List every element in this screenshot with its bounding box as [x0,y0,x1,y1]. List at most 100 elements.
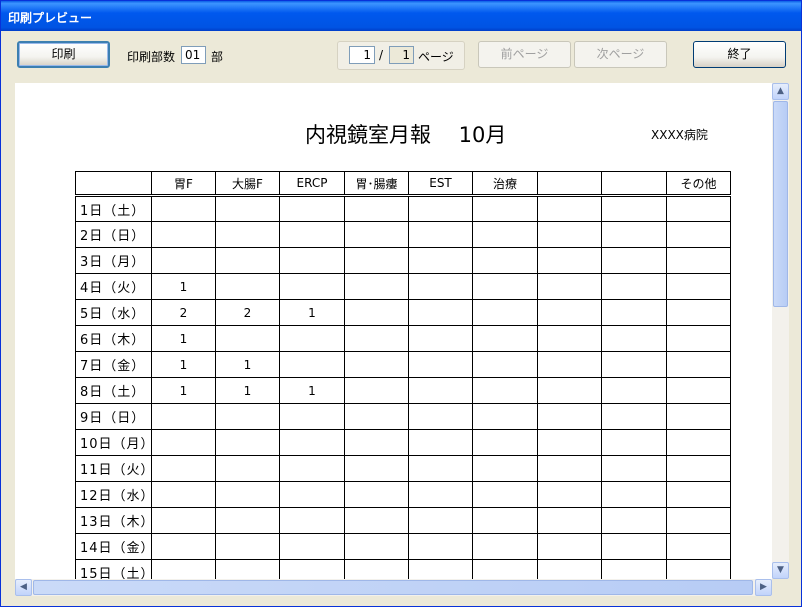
table-row: 4日（火） 1 [75,273,731,300]
day-label: 4日（火） [75,273,152,300]
horizontal-scrollbar[interactable]: ◀ ▶ [15,579,772,596]
table-row: 6日（木） 1 [75,325,731,352]
table-cell [666,273,731,300]
copies-input[interactable]: 01 [181,46,206,64]
table-cell [666,559,731,579]
arrow-right-icon[interactable]: ▶ [755,579,772,596]
table-cell [666,377,731,404]
table-cell [537,377,602,404]
table-cell [344,559,409,579]
title-bar[interactable]: 印刷プレビュー [1,1,801,31]
arrow-down-icon[interactable]: ▼ [772,562,789,579]
day-label: 7日（金） [75,351,152,378]
table-cell: 1 [151,273,216,300]
close-button[interactable]: 終了 [693,41,786,68]
page-unit-label: ページ [418,50,454,64]
table-cell [601,533,667,560]
table-cell: 1 [279,377,345,404]
arrow-up-icon[interactable]: ▲ [772,83,789,100]
table-row: 12日（水） [75,481,731,508]
table-cell [472,351,538,378]
copies-label: 印刷部数 [127,50,176,64]
vertical-scrollbar[interactable]: ▲ ▼ [772,83,789,579]
table-cell [279,507,345,534]
table-cell [666,507,731,534]
table-cell [472,403,538,430]
table-cell [344,325,409,352]
table-cell [344,455,409,482]
table-cell [537,403,602,430]
column-header: 大腸F [215,171,280,197]
table-cell [215,325,280,352]
table-cell [601,507,667,534]
table-cell [601,325,667,352]
table-cell [537,221,602,248]
table-cell [408,481,473,508]
table-cell [344,481,409,508]
table-cell [215,247,280,274]
table-cell [408,299,473,326]
table-row: 5日（水） 2 2 1 [75,299,731,326]
table-cell [344,221,409,248]
print-button[interactable]: 印刷 [17,41,110,68]
preview-area[interactable]: 内視鏡室月報 10月 XXXX病院 胃F 大腸F ERCP 胃･腸瘻 EST 治療 その他 1… [15,83,772,579]
table-cell [215,403,280,430]
table-cell [666,533,731,560]
column-header: ERCP [279,171,345,197]
table-cell [408,403,473,430]
report-title: 内視鏡室月報 10月 [305,123,507,147]
table-cell [537,481,602,508]
table-cell [601,377,667,404]
table-cell [601,481,667,508]
table-cell [472,455,538,482]
table-cell [666,403,731,430]
day-label: 1日（土） [75,195,152,222]
table-cell [537,195,602,222]
table-cell [344,507,409,534]
table-cell [279,481,345,508]
table-cell [601,247,667,274]
arrow-left-icon[interactable]: ◀ [15,579,32,596]
table-cell [666,429,731,456]
table-row: 13日（木） [75,507,731,534]
table-cell [408,377,473,404]
table-cell [666,299,731,326]
table-cell [151,403,216,430]
table-cell [279,559,345,579]
prev-page-button[interactable]: 前ページ [478,41,571,68]
table-cell [472,273,538,300]
day-label: 14日（金） [75,533,154,560]
page-separator: / [379,48,384,62]
table-cell [279,325,345,352]
table-cell [408,533,473,560]
table-cell [666,351,731,378]
table-cell [408,351,473,378]
day-label: 9日（日） [75,403,152,430]
column-header [75,171,152,197]
table-row: 10日（月） [75,429,731,456]
horizontal-scroll-thumb[interactable] [33,580,753,595]
table-cell: 2 [151,299,216,326]
table-cell [666,221,731,248]
table-cell [472,559,538,579]
table-cell [408,247,473,274]
table-cell [408,455,473,482]
table-cell [472,299,538,326]
table-cell [151,455,216,482]
table-cell [279,533,345,560]
table-cell [408,273,473,300]
column-header [601,171,667,197]
table-cell [601,559,667,579]
table-row: 8日（土） 1 1 1 [75,377,731,404]
table-cell [472,533,538,560]
vertical-scroll-thumb[interactable] [773,101,788,307]
table-cell [344,403,409,430]
total-pages-field: 1 [389,46,414,64]
table-cell [279,221,345,248]
next-page-button[interactable]: 次ページ [574,41,667,68]
table-row: 11日（火） [75,455,731,482]
table-cell [408,221,473,248]
day-label: 8日（土） [75,377,152,404]
table-row: 9日（日） [75,403,731,430]
current-page-input[interactable]: 1 [349,46,375,64]
